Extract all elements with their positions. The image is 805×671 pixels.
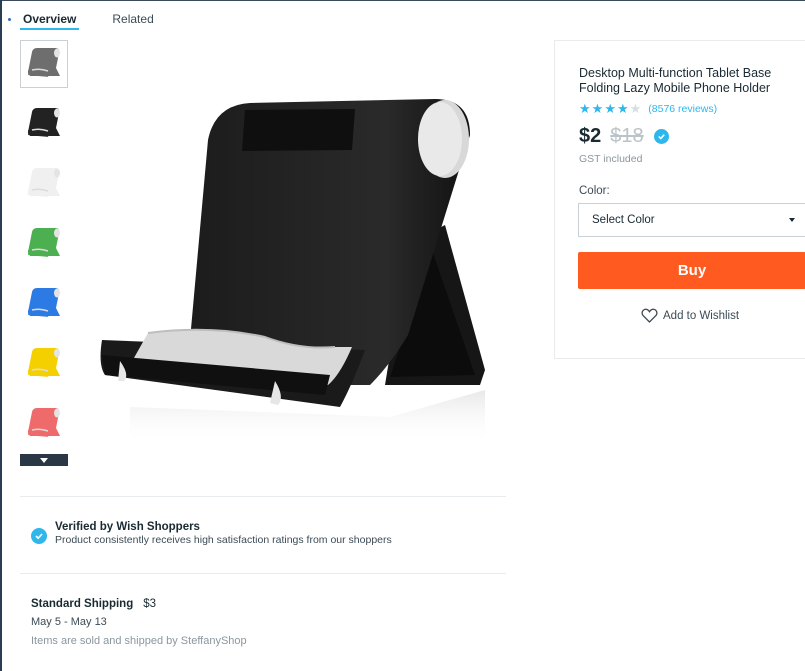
verified-subtitle: Product consistently receives high satis… <box>55 534 392 546</box>
rating-row: ★ ★ ★ ★ ★ (8576 reviews) <box>579 102 717 115</box>
stand-black-icon <box>28 108 60 137</box>
tab-bar: Overview Related <box>20 0 187 30</box>
verified-price-icon <box>653 129 669 144</box>
shipping-dates: May 5 - May 13 <box>31 616 107 628</box>
check-badge-icon <box>31 528 47 544</box>
shipping-title: Standard Shipping <box>31 598 134 610</box>
thumbnail-green[interactable] <box>20 220 68 268</box>
thumbnail-gray[interactable] <box>20 40 68 88</box>
reviews-link[interactable]: (8576 reviews) <box>648 103 717 115</box>
thumbnail-white[interactable] <box>20 160 68 208</box>
thumbnail-yellow[interactable] <box>20 340 68 388</box>
caret-down-icon <box>789 218 795 222</box>
stand-gray-icon <box>28 48 60 77</box>
stand-yellow-icon <box>28 348 60 377</box>
thumbnail-black[interactable] <box>20 100 68 148</box>
star-filled-icon: ★ <box>591 101 604 116</box>
star-filled-icon: ★ <box>616 101 629 116</box>
color-label: Color: <box>579 185 610 197</box>
heart-icon <box>641 308 658 323</box>
tab-related[interactable]: Related <box>109 0 156 30</box>
star-filled-icon: ★ <box>579 101 591 116</box>
product-main-image <box>100 99 485 445</box>
chevron-down-icon <box>40 457 48 463</box>
stand-green-icon <box>28 228 60 257</box>
shipping-price: $3 <box>143 598 157 610</box>
wishlist-label: Add to Wishlist <box>663 309 740 322</box>
verified-section: Verified by Wish Shoppers Product consis… <box>31 521 392 546</box>
original-price: $18 <box>610 125 644 147</box>
gst-note: GST included <box>579 153 643 165</box>
color-select-value: Select Color <box>592 214 655 226</box>
thumbnail-pink[interactable] <box>20 400 68 448</box>
thumbnail-list <box>20 40 68 460</box>
tab-overview[interactable]: Overview <box>20 0 80 30</box>
stand-white-icon <box>28 168 60 197</box>
section-divider <box>20 573 506 574</box>
section-divider <box>20 496 506 497</box>
buy-button[interactable]: Buy <box>578 252 805 289</box>
product-title: Desktop Multi-function Tablet Base Foldi… <box>579 66 772 95</box>
add-to-wishlist-button[interactable]: Add to Wishlist <box>641 308 739 323</box>
thumbnail-blue[interactable] <box>20 280 68 328</box>
shipping-section: Standard Shipping $3 May 5 - May 13 Item… <box>31 598 247 647</box>
price-row: $2 $18 <box>579 125 669 148</box>
shipping-seller: Items are sold and shipped by SteffanySh… <box>31 635 247 647</box>
purchase-panel: Desktop Multi-function Tablet Base Foldi… <box>554 40 805 359</box>
verified-title: Verified by Wish Shoppers <box>55 521 200 533</box>
current-price: $2 <box>579 125 602 147</box>
thumbnail-scroll-down-button[interactable] <box>20 454 68 466</box>
star-empty-icon: ★ <box>629 101 642 116</box>
stand-pink-icon <box>28 408 60 437</box>
stand-blue-icon <box>28 288 60 317</box>
color-select[interactable]: Select Color <box>578 203 805 237</box>
bullet-marker <box>8 18 11 21</box>
window-left-border <box>0 0 2 671</box>
rating-stars: ★ ★ ★ ★ ★ <box>579 102 642 115</box>
star-filled-icon: ★ <box>604 101 616 116</box>
